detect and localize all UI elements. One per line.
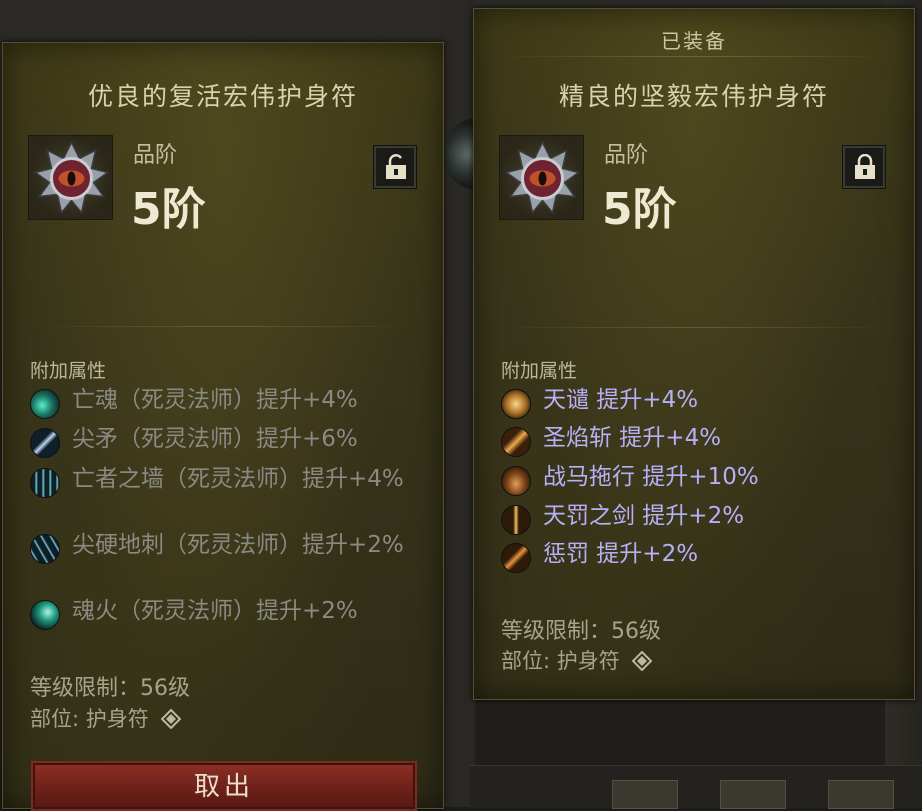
affix-text: 尖矛（死灵法师）提升+6% — [72, 426, 358, 452]
slot-info: 部位: 护身符 — [501, 645, 653, 675]
affix-text: 惩罚 提升+2% — [543, 541, 699, 567]
level-requirement: 等级限制：56级 — [501, 619, 661, 644]
item-name: 优良的复活宏伟护身符 — [87, 82, 358, 111]
level-requirement: 等级限制：56级 — [30, 676, 190, 701]
affix-text: 尖硬地刺（死灵法师）提升+2% — [72, 532, 404, 558]
bone-wall-icon — [30, 468, 60, 498]
bone-spikes-icon — [30, 534, 60, 564]
slot-text: 部位: 护身符 — [30, 707, 149, 731]
sword-of-judgment-icon — [501, 505, 531, 535]
affix-text: 天罚之剑 提升+2% — [543, 503, 745, 529]
unlock-toggle-button[interactable] — [373, 145, 417, 189]
affix-header: 附加属性 — [501, 360, 578, 382]
punishment-icon — [501, 543, 531, 573]
holy-flame-slash-icon — [501, 427, 531, 457]
grade-label: 品阶 — [133, 143, 178, 168]
amulet-icon — [499, 135, 584, 220]
slot-text: 部位: 护身符 — [501, 649, 620, 673]
slot-info: 部位: 护身符 — [30, 703, 182, 733]
grade-value: 5阶 — [131, 184, 206, 235]
lock-toggle-button[interactable] — [842, 145, 886, 189]
affix-text: 亡者之墙（死灵法师）提升+4% — [72, 466, 404, 492]
compare-item-tooltip: 优良的复活宏伟护身符 品阶 5阶 附加属性 亡魂（死灵法师）提升+4% 尖矛（死… — [2, 42, 444, 811]
bottom-slot[interactable] — [828, 780, 894, 809]
affix-text: 天谴 提升+4% — [543, 387, 699, 413]
bottom-slot[interactable] — [720, 780, 786, 809]
unlocked-padlock-icon — [386, 154, 406, 179]
soul-wisp-icon — [30, 389, 60, 419]
soul-fire-icon — [30, 600, 60, 630]
condemnation-icon — [501, 389, 531, 419]
bone-spear-icon — [30, 428, 60, 458]
grade-value: 5阶 — [602, 184, 677, 235]
bottom-slot[interactable] — [612, 780, 678, 809]
affix-text: 亡魂（死灵法师）提升+4% — [72, 387, 358, 413]
affix-header: 附加属性 — [30, 360, 107, 382]
grade-label: 品阶 — [604, 143, 649, 168]
warhorse-drag-icon — [501, 466, 531, 496]
take-out-button[interactable]: 取出 — [31, 761, 417, 811]
locked-padlock-icon — [855, 154, 875, 179]
affix-text: 魂火（死灵法师）提升+2% — [72, 598, 358, 624]
equipped-item-tooltip: 已装备 精良的坚毅宏伟护身符 品阶 5阶 附加属性 天谴 提升+4% 圣焰斩 提… — [473, 8, 915, 700]
amulet-icon — [28, 135, 113, 220]
divider — [502, 327, 886, 328]
affix-text: 战马拖行 提升+10% — [543, 464, 759, 490]
amulet-slot-icon — [161, 709, 182, 729]
divider — [502, 56, 886, 57]
amulet-slot-icon — [632, 651, 653, 671]
equipped-label: 已装备 — [661, 29, 727, 53]
divider — [31, 326, 415, 327]
item-name: 精良的坚毅宏伟护身符 — [558, 82, 829, 111]
affix-text: 圣焰斩 提升+4% — [543, 425, 722, 451]
